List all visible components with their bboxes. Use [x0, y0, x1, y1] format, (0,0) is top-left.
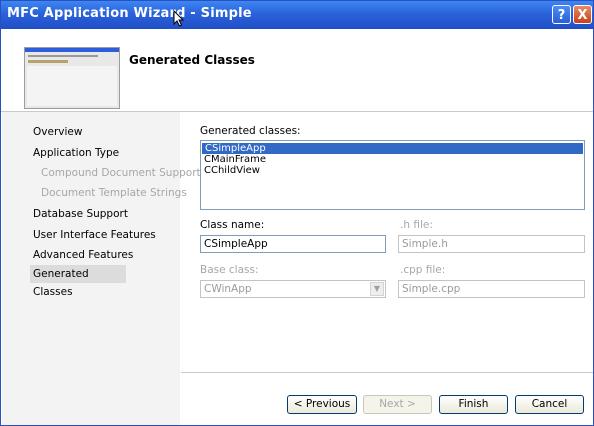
cpp-file-input: Simple.cpp	[398, 280, 585, 298]
nav-item-compound-document-support: Compound Document Support	[41, 167, 201, 179]
nav-item-generated-classes[interactable]: Generated Classes	[30, 265, 126, 298]
base-class-value: CWinApp	[204, 283, 252, 295]
generated-classes-list[interactable]: CSimpleApp CMainFrame CChildView	[200, 140, 585, 210]
nav-item-application-type[interactable]: Application Type	[33, 147, 119, 159]
list-item[interactable]: CSimpleApp	[202, 143, 583, 154]
h-file-label: .h file:	[400, 219, 433, 231]
wizard-header: Generated Classes	[1, 29, 593, 112]
close-button[interactable]: X	[573, 5, 592, 24]
app-preview-image	[24, 47, 120, 109]
previous-button[interactable]: < Previous	[287, 395, 357, 414]
mouse-cursor-icon	[173, 10, 185, 27]
footer-divider	[181, 372, 593, 373]
list-item[interactable]: CChildView	[201, 165, 584, 176]
generated-classes-label: Generated classes:	[200, 125, 301, 137]
cpp-file-label: .cpp file:	[400, 264, 446, 276]
class-name-label: Class name:	[200, 219, 265, 231]
nav-item-document-template-strings: Document Template Strings	[41, 187, 187, 199]
class-name-input[interactable]: CSimpleApp	[200, 235, 386, 253]
wizard-window: MFC Application Wizard - Simple ? X Gene…	[0, 0, 594, 426]
window-title: MFC Application Wizard - Simple	[7, 6, 252, 21]
page-title: Generated Classes	[129, 53, 255, 67]
nav-item-database-support[interactable]: Database Support	[33, 208, 128, 220]
h-file-input: Simple.h	[398, 235, 585, 253]
chevron-down-icon: ▼	[370, 282, 384, 296]
nav-item-overview[interactable]: Overview	[33, 126, 82, 138]
help-icon: ?	[557, 8, 566, 23]
finish-button[interactable]: Finish	[439, 395, 508, 414]
next-button: Next >	[363, 395, 432, 414]
base-class-label: Base class:	[200, 264, 259, 276]
title-bar[interactable]: MFC Application Wizard - Simple ? X	[1, 1, 593, 29]
nav-item-advanced-features[interactable]: Advanced Features	[33, 249, 133, 261]
close-icon: X	[577, 8, 588, 23]
cancel-button[interactable]: Cancel	[515, 395, 584, 414]
nav-item-user-interface-features[interactable]: User Interface Features	[33, 229, 156, 241]
base-class-select: CWinApp ▼	[200, 280, 386, 298]
list-item[interactable]: CMainFrame	[201, 154, 584, 165]
help-button[interactable]: ?	[552, 5, 571, 24]
